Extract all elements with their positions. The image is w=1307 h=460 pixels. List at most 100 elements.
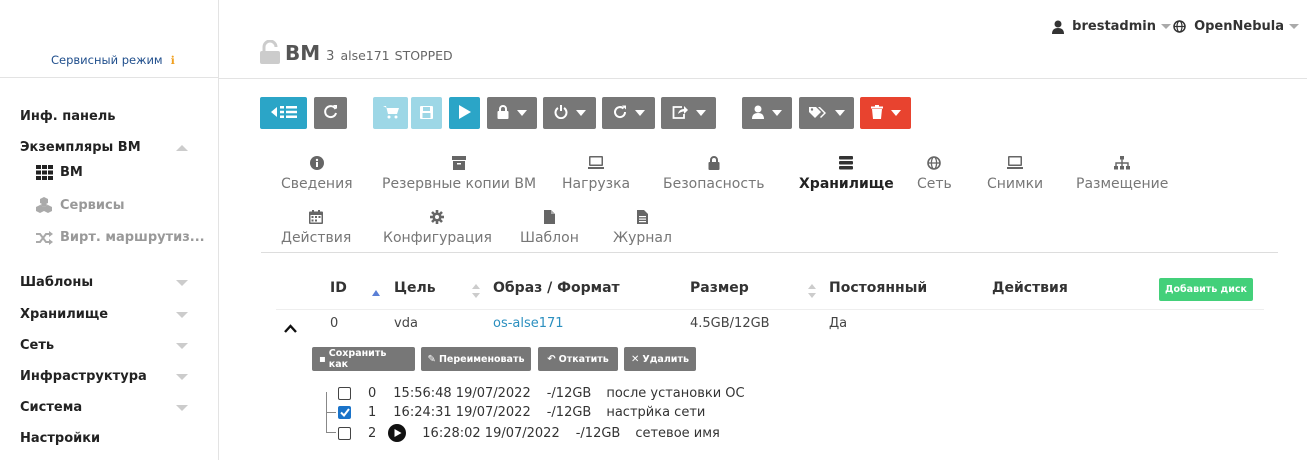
trash-icon bbox=[870, 104, 883, 123]
sidebar-subitem-vms[interactable]: ВМ bbox=[34, 165, 83, 180]
tab-configuration[interactable]: Конфигурация bbox=[383, 210, 492, 246]
zone-menu[interactable]: OpenNebula bbox=[1173, 19, 1299, 34]
rename-button[interactable]: ✎ Переименовать bbox=[421, 347, 531, 371]
collapse-chevron-icon[interactable] bbox=[284, 318, 297, 337]
service-mode-label[interactable]: Сервисный режим ℹ bbox=[51, 53, 175, 67]
sidebar-item-system[interactable]: Система bbox=[20, 400, 188, 415]
tabs-divider bbox=[261, 252, 1278, 253]
delete-snapshot-button[interactable]: ✕ Удалить bbox=[624, 347, 696, 371]
save-as-button[interactable]: ▪ Сохранить как bbox=[312, 347, 415, 371]
monitor-icon bbox=[562, 156, 630, 172]
chevron-down-icon bbox=[176, 343, 188, 349]
calendar-icon bbox=[281, 210, 351, 226]
tab-storage[interactable]: Хранилище bbox=[799, 156, 894, 192]
tab-network[interactable]: Сеть bbox=[917, 156, 952, 192]
column-header-size[interactable]: Размер bbox=[690, 280, 749, 296]
sidebar-item-templates[interactable]: Шаблоны bbox=[20, 275, 188, 290]
chevron-down-icon bbox=[834, 110, 845, 116]
user-icon bbox=[1052, 20, 1065, 34]
sidebar-item-storage[interactable]: Хранилище bbox=[20, 307, 188, 322]
add-disk-button[interactable]: Добавить диск bbox=[1159, 278, 1253, 301]
sort-both-icon bbox=[808, 283, 816, 298]
revert-button[interactable]: ↶ Откатить bbox=[538, 347, 618, 371]
play-icon bbox=[458, 104, 471, 123]
back-to-list-button[interactable] bbox=[260, 97, 307, 129]
tab-snapshots[interactable]: Снимки bbox=[987, 156, 1043, 192]
laptop-icon bbox=[987, 156, 1043, 172]
disk-target: vda bbox=[394, 316, 418, 331]
chevron-down-icon bbox=[176, 312, 188, 318]
tab-placement[interactable]: Размещение bbox=[1076, 156, 1168, 192]
power-menu-button[interactable] bbox=[543, 97, 596, 129]
sidebar-item-network[interactable]: Сеть bbox=[20, 338, 188, 353]
user-icon bbox=[752, 104, 764, 123]
cart-icon bbox=[382, 104, 399, 123]
refresh-button[interactable] bbox=[314, 97, 347, 129]
sidebar-item-vm-instances[interactable]: Экземпляры ВМ bbox=[20, 140, 188, 155]
floppy-icon bbox=[420, 104, 433, 123]
column-header-actions: Действия bbox=[992, 280, 1068, 296]
refresh-icon bbox=[323, 104, 338, 123]
delete-menu-button[interactable] bbox=[860, 97, 911, 129]
sidebar-subitem-virtual-routers[interactable]: Вирт. маршрутиз... bbox=[34, 230, 205, 245]
tab-log[interactable]: Журнал bbox=[613, 210, 672, 246]
list-back-icon bbox=[270, 104, 297, 123]
snapshot-checkbox[interactable] bbox=[338, 406, 351, 419]
snapshot-checkbox[interactable] bbox=[338, 387, 351, 400]
undo-icon: ↶ bbox=[547, 353, 556, 365]
lock-icon bbox=[663, 156, 764, 172]
chevron-down-icon bbox=[1289, 24, 1299, 29]
column-header-target[interactable]: Цель bbox=[394, 280, 436, 296]
resume-button[interactable] bbox=[449, 97, 480, 129]
disk-image-link[interactable]: os-alse171 bbox=[493, 316, 564, 331]
disk-id: 0 bbox=[330, 316, 339, 331]
sidebar-subitem-services[interactable]: Сервисы bbox=[34, 197, 124, 213]
snapshot-row: 2 16:28:02 19/07/2022 -/12GB сетевое имя bbox=[338, 424, 720, 442]
tab-actions[interactable]: Действия bbox=[281, 210, 351, 246]
chevron-down-icon bbox=[176, 405, 188, 411]
tab-backups[interactable]: Резервные копии ВМ bbox=[382, 156, 536, 192]
table-header-divider bbox=[276, 309, 1264, 310]
snapshot-checkbox[interactable] bbox=[338, 426, 351, 440]
deploy-button[interactable] bbox=[373, 97, 408, 129]
tab-security[interactable]: Безопасность bbox=[663, 156, 764, 192]
globe-icon bbox=[1173, 20, 1186, 33]
lock-menu-button[interactable] bbox=[487, 97, 537, 129]
labels-menu-button[interactable] bbox=[799, 97, 854, 129]
sidebar: Сервисный режим ℹ Инф. панель Экземпляры … bbox=[0, 0, 219, 460]
tab-capacity[interactable]: Нагрузка bbox=[562, 156, 630, 192]
disk-persistent: Да bbox=[829, 316, 848, 331]
sort-asc-icon bbox=[372, 282, 380, 296]
column-header-persistent[interactable]: Постоянный bbox=[829, 280, 927, 296]
tab-info[interactable]: Сведения bbox=[281, 156, 353, 192]
sort-both-icon bbox=[472, 283, 480, 298]
chevron-down-icon bbox=[634, 110, 645, 116]
tree-branch bbox=[326, 412, 336, 413]
column-header-id[interactable]: ID bbox=[330, 280, 347, 296]
active-snapshot-play-icon bbox=[388, 424, 407, 442]
edit-icon: ✎ bbox=[427, 353, 436, 365]
sidebar-item-infrastructure[interactable]: Инфраструктура bbox=[20, 369, 188, 384]
info-icon: ℹ bbox=[170, 54, 175, 67]
tree-branch bbox=[326, 432, 336, 433]
chevron-up-icon bbox=[176, 145, 188, 151]
save-disk-button[interactable] bbox=[411, 97, 442, 129]
chevron-down-icon bbox=[176, 374, 188, 380]
column-header-image[interactable]: Образ / Формат bbox=[493, 280, 620, 296]
sitemap-icon bbox=[1076, 156, 1168, 172]
snapshot-row: 0 15:56:48 19/07/2022 -/12GB после устан… bbox=[338, 386, 745, 401]
chevron-down-icon bbox=[890, 110, 901, 116]
chevron-down-icon bbox=[1161, 24, 1171, 29]
disk-size: 4.5GB/12GB bbox=[690, 316, 770, 331]
unlock-icon bbox=[259, 39, 281, 64]
share-menu-button[interactable] bbox=[661, 97, 716, 129]
cubes-icon bbox=[34, 197, 54, 213]
reboot-menu-button[interactable] bbox=[602, 97, 655, 129]
file-text-icon bbox=[613, 210, 672, 226]
sidebar-item-settings[interactable]: Настройки bbox=[20, 431, 188, 446]
user-menu[interactable]: brestadmin bbox=[1052, 19, 1171, 34]
owner-menu-button[interactable] bbox=[742, 97, 792, 129]
share-icon bbox=[672, 104, 688, 123]
tab-template[interactable]: Шаблон bbox=[520, 210, 579, 246]
sidebar-item-dashboard[interactable]: Инф. панель bbox=[20, 109, 188, 124]
